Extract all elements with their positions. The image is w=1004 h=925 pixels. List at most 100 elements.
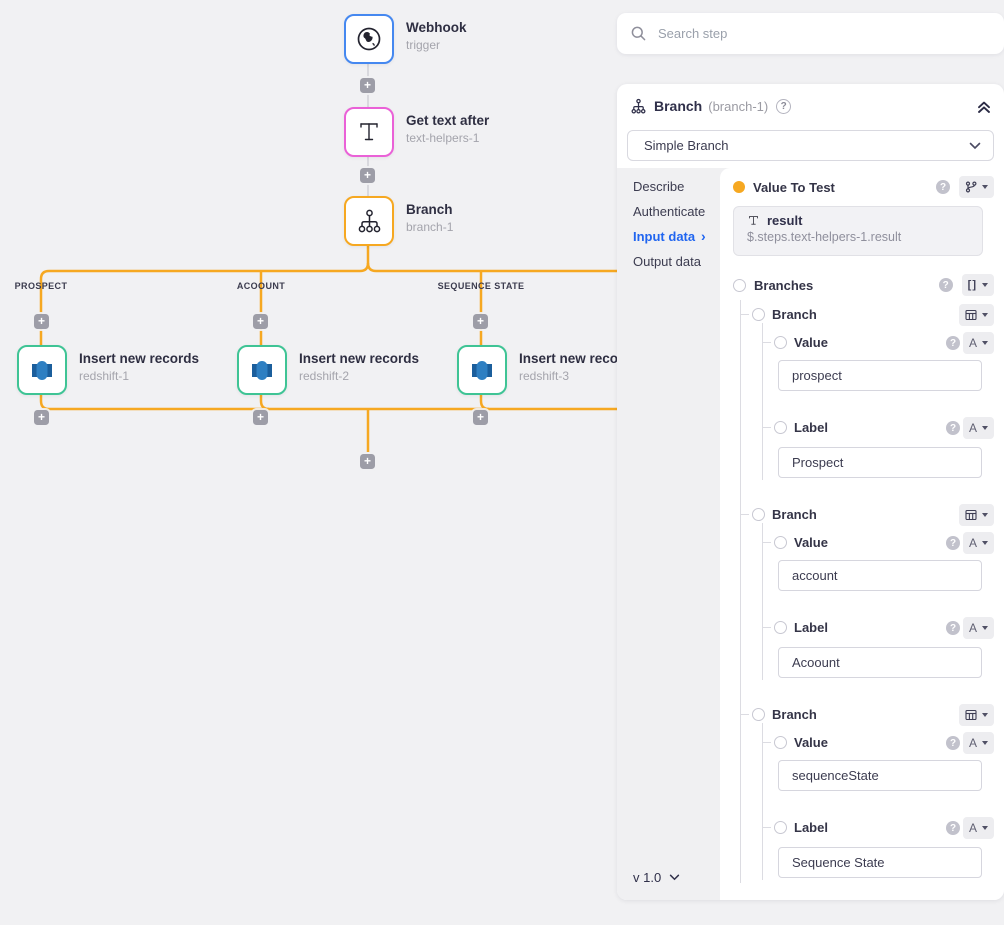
add-step-button[interactable] xyxy=(34,410,49,425)
branch-value-input[interactable] xyxy=(778,760,982,791)
collapse-panel-icon[interactable] xyxy=(976,99,992,114)
node-subtitle: text-helpers-1 xyxy=(406,131,489,146)
branch-label-input[interactable] xyxy=(778,447,982,478)
tree-tick xyxy=(762,627,771,628)
search-icon xyxy=(631,26,646,41)
label-radio[interactable] xyxy=(774,621,787,634)
tab-output-data[interactable]: Output data xyxy=(633,254,701,269)
caret-down-icon xyxy=(982,341,988,345)
value-to-test-label: Value To Test xyxy=(753,180,835,195)
node-redshift-1[interactable] xyxy=(17,345,67,395)
operation-select[interactable]: Simple Branch xyxy=(627,130,994,161)
add-step-button[interactable] xyxy=(360,168,375,183)
add-step-button[interactable] xyxy=(34,314,49,329)
redshift-icon xyxy=(28,356,56,384)
text-helper-icon xyxy=(356,119,382,145)
value-type-selector[interactable] xyxy=(959,176,994,198)
node-webhook[interactable] xyxy=(344,14,394,64)
caret-down-icon xyxy=(982,626,988,630)
tab-input-data[interactable]: Input data xyxy=(633,229,695,244)
branch-value-input[interactable] xyxy=(778,560,982,591)
text-type-glyph: A xyxy=(969,336,977,350)
branch-radio[interactable] xyxy=(752,708,765,721)
panel-step-id: (branch-1) xyxy=(708,99,768,114)
label-type-selector[interactable]: A xyxy=(963,417,994,439)
node-webhook-label: Webhook trigger xyxy=(406,20,467,53)
label-type-selector[interactable]: A xyxy=(963,817,994,839)
branch-label-input[interactable] xyxy=(778,847,982,878)
help-icon[interactable] xyxy=(776,99,791,114)
node-text-helpers[interactable] xyxy=(344,107,394,157)
text-type-glyph: A xyxy=(969,821,977,835)
search-input[interactable] xyxy=(656,25,990,42)
tree-line xyxy=(762,523,763,680)
redshift-icon xyxy=(468,356,496,384)
help-icon[interactable] xyxy=(936,180,950,194)
text-type-glyph: A xyxy=(969,621,977,635)
value-type-selector[interactable]: A xyxy=(963,332,994,354)
add-step-button[interactable] xyxy=(473,314,488,329)
value-radio[interactable] xyxy=(774,536,787,549)
globe-icon xyxy=(355,25,383,53)
branch-type-selector[interactable] xyxy=(959,704,994,726)
object-type-icon xyxy=(965,309,977,321)
branch-type-selector[interactable] xyxy=(959,304,994,326)
branch-type-selector[interactable] xyxy=(959,504,994,526)
add-step-button[interactable] xyxy=(360,454,375,469)
caret-down-icon xyxy=(982,185,988,189)
label-type-selector[interactable]: A xyxy=(963,617,994,639)
tree-tick xyxy=(762,427,771,428)
branch-radio[interactable] xyxy=(752,308,765,321)
node-redshift-3[interactable] xyxy=(457,345,507,395)
tree-tick xyxy=(740,514,749,515)
caret-down-icon xyxy=(982,713,988,717)
node-subtitle: branch-1 xyxy=(406,220,453,235)
tree-tick xyxy=(762,342,771,343)
node-subtitle: redshift-2 xyxy=(299,369,419,384)
help-icon[interactable] xyxy=(946,336,960,350)
help-icon[interactable] xyxy=(946,421,960,435)
help-icon[interactable] xyxy=(946,536,960,550)
value-radio[interactable] xyxy=(774,336,787,349)
caret-down-icon xyxy=(982,313,988,317)
add-step-button[interactable] xyxy=(253,314,268,329)
help-icon[interactable] xyxy=(946,821,960,835)
tree-line xyxy=(762,723,763,880)
node-branch-label: Branch branch-1 xyxy=(406,202,453,235)
chevron-down-icon xyxy=(669,874,680,881)
tab-authenticate[interactable]: Authenticate xyxy=(633,204,705,219)
value-to-test-mapping-chip[interactable]: result $.steps.text-helpers-1.result xyxy=(733,206,983,256)
orange-branch-lines xyxy=(41,246,620,452)
node-title: Insert new records xyxy=(299,351,419,367)
help-icon[interactable] xyxy=(946,621,960,635)
branch-radio[interactable] xyxy=(752,508,765,521)
tab-describe[interactable]: Describe xyxy=(633,179,684,194)
branch-label-sequence-state: SEQUENCE STATE xyxy=(438,281,525,291)
branch-value-input[interactable] xyxy=(778,360,982,391)
label-radio[interactable] xyxy=(774,821,787,834)
value-type-selector[interactable]: A xyxy=(963,732,994,754)
add-step-button[interactable] xyxy=(473,410,488,425)
node-branch[interactable] xyxy=(344,196,394,246)
help-icon[interactable] xyxy=(946,736,960,750)
branch-heading-row: Branch xyxy=(720,307,1004,323)
text-type-glyph: A xyxy=(969,421,977,435)
tree-line xyxy=(762,323,763,480)
chip-name: result xyxy=(767,213,802,228)
branches-type-selector[interactable]: [] xyxy=(962,274,994,296)
value-radio[interactable] xyxy=(774,736,787,749)
node-redshift-2[interactable] xyxy=(237,345,287,395)
panel-step-title: Branch xyxy=(654,98,702,114)
add-step-button[interactable] xyxy=(360,78,375,93)
branch-heading-row: Branch xyxy=(720,707,1004,723)
value-type-selector[interactable]: A xyxy=(963,532,994,554)
node-title: Get text after xyxy=(406,113,489,129)
branch-heading: Branch xyxy=(772,507,817,522)
branch-label-input[interactable] xyxy=(778,647,982,678)
help-icon[interactable] xyxy=(939,278,953,292)
version-select[interactable]: v 1.0 xyxy=(633,870,680,885)
operation-select-value: Simple Branch xyxy=(644,138,969,153)
label-radio[interactable] xyxy=(774,421,787,434)
branches-radio[interactable] xyxy=(733,279,746,292)
add-step-button[interactable] xyxy=(253,410,268,425)
